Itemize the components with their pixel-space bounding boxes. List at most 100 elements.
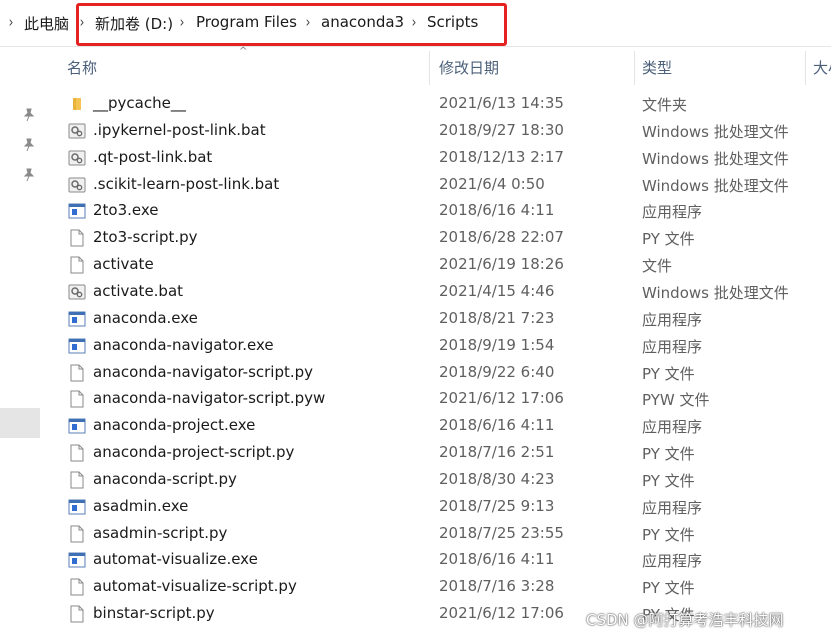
file-date: 2018/6/16 4:11 (439, 416, 555, 435)
file-row[interactable]: asadmin.exe 2018/7/25 9:13 应用程序 (40, 493, 831, 520)
column-header-name[interactable]: 名称 (67, 57, 97, 78)
file-row[interactable]: anaconda-script.py 2018/8/30 4:23 PY 文件 (40, 466, 831, 493)
nav-selected-item[interactable] (0, 408, 40, 438)
file-date: 2018/12/13 2:17 (439, 147, 564, 166)
file-type: 应用程序 (642, 418, 703, 437)
blank-file-icon (68, 525, 86, 543)
file-type: PYW 文件 (642, 391, 710, 410)
file-name[interactable]: automat-visualize.exe (93, 550, 258, 568)
address-bar[interactable]: › 此电脑 › 新加卷 (D:) › Program Files › anaco… (0, 0, 831, 47)
file-name[interactable]: anaconda-navigator-script.pyw (93, 389, 325, 407)
exe-file-icon (68, 310, 86, 328)
file-name[interactable]: .scikit-learn-post-link.bat (93, 175, 279, 193)
column-divider[interactable] (634, 51, 635, 85)
blank-file-icon (68, 444, 86, 462)
file-row[interactable]: asadmin-script.py 2018/7/25 23:55 PY 文件 (40, 520, 831, 547)
file-type: Windows 批处理文件 (642, 149, 789, 168)
file-date: 2018/8/21 7:23 (439, 308, 555, 327)
file-row[interactable]: anaconda-project.exe 2018/6/16 4:11 应用程序 (40, 412, 831, 439)
blank-file-icon (68, 256, 86, 274)
pin-icon[interactable] (22, 138, 36, 152)
sort-ascending-icon: ^ (239, 46, 248, 57)
batch-file-icon (68, 149, 86, 167)
file-name[interactable]: automat-visualize-script.py (93, 577, 297, 595)
navigation-pane[interactable] (0, 47, 40, 639)
file-date: 2018/6/16 4:11 (439, 550, 555, 569)
blank-file-icon (68, 471, 86, 489)
file-name[interactable]: anaconda-project-script.py (93, 443, 294, 461)
batch-file-icon (68, 176, 86, 194)
file-name[interactable]: activate.bat (93, 282, 183, 300)
file-row[interactable]: __pycache__ 2021/6/13 14:35 文件夹 (40, 90, 831, 117)
file-name[interactable]: activate (93, 255, 154, 273)
file-name[interactable]: 2to3.exe (93, 201, 159, 219)
exe-file-icon (68, 498, 86, 516)
file-row[interactable]: .ipykernel-post-link.bat 2018/9/27 18:30 W… (40, 117, 831, 144)
file-name[interactable]: asadmin-script.py (93, 524, 227, 542)
column-header-size[interactable]: 大小 (813, 57, 831, 78)
file-date: 2021/6/12 17:06 (439, 604, 564, 623)
column-divider[interactable] (805, 51, 806, 85)
file-name[interactable]: .ipykernel-post-link.bat (93, 121, 266, 139)
file-name[interactable]: asadmin.exe (93, 497, 188, 515)
file-type: Windows 批处理文件 (642, 283, 789, 302)
file-date: 2018/7/16 2:51 (439, 443, 555, 462)
file-type: 应用程序 (642, 337, 703, 356)
file-row[interactable]: anaconda.exe 2018/8/21 7:23 应用程序 (40, 305, 831, 332)
file-date: 2018/6/28 22:07 (439, 228, 564, 247)
file-row[interactable]: activate 2021/6/19 18:26 文件 (40, 251, 831, 278)
column-header-type[interactable]: 类型 (642, 57, 672, 78)
file-row[interactable]: anaconda-navigator.exe 2018/9/19 1:54 应用程序 (40, 332, 831, 359)
blank-file-icon (68, 390, 86, 408)
file-name[interactable]: anaconda-script.py (93, 470, 237, 488)
file-date: 2021/4/15 4:46 (439, 281, 555, 300)
file-name[interactable]: .qt-post-link.bat (93, 148, 212, 166)
file-row[interactable]: anaconda-navigator-script.pyw 2021/6/12 1… (40, 385, 831, 412)
blank-file-icon (68, 364, 86, 382)
blank-file-icon (68, 605, 86, 623)
file-row[interactable]: automat-visualize-script.py 2018/7/16 3:2… (40, 573, 831, 600)
file-row[interactable]: anaconda-project-script.py 2018/7/16 2:51… (40, 439, 831, 466)
file-row[interactable]: anaconda-navigator-script.py 2018/9/22 6:… (40, 359, 831, 386)
file-type: 应用程序 (642, 498, 703, 517)
file-name[interactable]: anaconda-navigator.exe (93, 336, 274, 354)
pin-icon[interactable] (22, 108, 36, 122)
exe-file-icon (68, 551, 86, 569)
file-name[interactable]: 2to3-script.py (93, 228, 198, 246)
file-type: 应用程序 (642, 203, 703, 222)
file-row[interactable]: activate.bat 2021/4/15 4:46 Windows 批处理文件 (40, 278, 831, 305)
file-date: 2021/6/12 17:06 (439, 389, 564, 408)
file-type: PY 文件 (642, 364, 695, 383)
file-date: 2018/9/27 18:30 (439, 120, 564, 139)
column-divider[interactable] (429, 51, 430, 85)
file-name[interactable]: anaconda.exe (93, 309, 198, 327)
breadcrumb-root[interactable]: 此电脑 (24, 13, 69, 34)
file-date: 2018/9/22 6:40 (439, 362, 555, 381)
file-date: 2018/7/16 3:28 (439, 577, 555, 596)
file-name[interactable]: anaconda-project.exe (93, 416, 255, 434)
file-name[interactable]: __pycache__ (93, 94, 186, 112)
highlight-annotation (76, 3, 507, 46)
file-row[interactable]: .qt-post-link.bat 2018/12/13 2:17 Windows … (40, 144, 831, 171)
file-row[interactable]: 2to3-script.py 2018/6/28 22:07 PY 文件 (40, 224, 831, 251)
column-header-date[interactable]: 修改日期 (439, 57, 499, 78)
file-name[interactable]: binstar-script.py (93, 604, 215, 622)
file-row[interactable]: automat-visualize.exe 2018/6/16 4:11 应用程序 (40, 546, 831, 573)
blank-file-icon (68, 578, 86, 596)
batch-file-icon (68, 122, 86, 140)
file-date: 2018/8/30 4:23 (439, 469, 555, 488)
file-date: 2021/6/13 14:35 (439, 94, 564, 112)
file-name[interactable]: anaconda-navigator-script.py (93, 363, 313, 381)
chevron-right-icon[interactable]: › (9, 13, 14, 31)
file-date: 2021/6/19 18:26 (439, 255, 564, 274)
blank-file-icon (68, 229, 86, 247)
file-row[interactable]: 2to3.exe 2018/6/16 4:11 应用程序 (40, 197, 831, 224)
file-type: 文件夹 (642, 96, 688, 114)
file-type: PY 文件 (642, 579, 695, 598)
file-type: Windows 批处理文件 (642, 122, 789, 141)
pin-icon[interactable] (22, 168, 36, 182)
exe-file-icon (68, 202, 86, 220)
watermark: CSDN @阿打算考浩丰科技网 (586, 611, 784, 629)
file-row[interactable]: .scikit-learn-post-link.bat 2021/6/4 0:50… (40, 171, 831, 198)
file-type: PY 文件 (642, 230, 695, 249)
